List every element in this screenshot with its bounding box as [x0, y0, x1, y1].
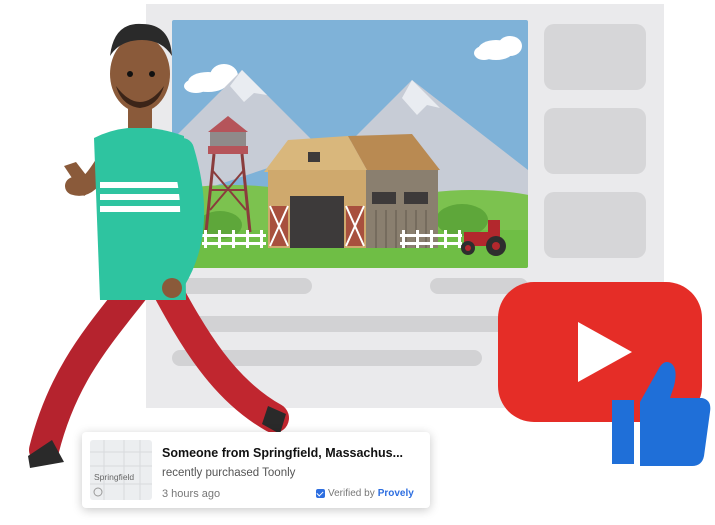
verified-check-icon: [316, 489, 325, 498]
notification-subtitle: recently purchased Toonly: [162, 467, 296, 479]
thumbs-up-icon[interactable]: [612, 356, 712, 468]
side-thumbnail-1: [544, 24, 646, 90]
map-pin-icon: [93, 487, 103, 497]
side-thumbnail-2: [544, 108, 646, 174]
brand-link[interactable]: Provely: [378, 488, 414, 499]
purchase-notification[interactable]: Springfield Someone from Springfield, Ma…: [82, 432, 430, 508]
notification-title: Someone from Springfield, Massachus...: [162, 446, 404, 460]
verified-label: Verified by: [328, 488, 375, 499]
map-thumbnail: Springfield: [90, 440, 152, 500]
verified-badge-row[interactable]: Verified by Provely: [316, 488, 414, 499]
notification-timestamp: 3 hours ago: [162, 488, 221, 500]
map-city-label: Springfield: [94, 472, 135, 482]
side-thumbnail-3: [544, 192, 646, 258]
map-grid: [90, 440, 152, 500]
character-illustration: [28, 23, 289, 468]
